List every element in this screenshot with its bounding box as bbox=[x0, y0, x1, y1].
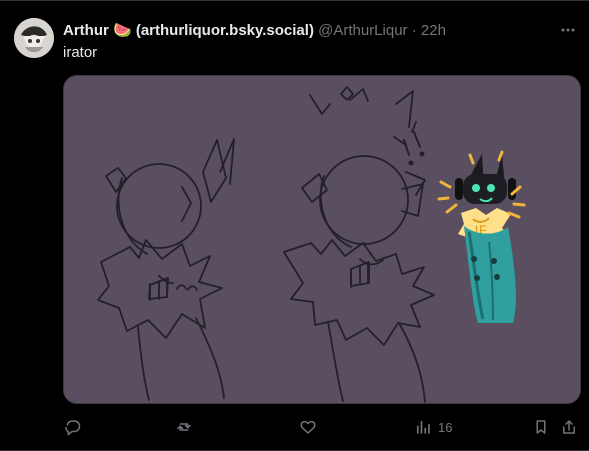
retweet-icon bbox=[177, 423, 191, 431]
bookmark-button[interactable] bbox=[532, 415, 550, 439]
reply-button[interactable] bbox=[63, 415, 81, 439]
media-image[interactable]: JE bbox=[63, 75, 581, 404]
tweet-text: irator bbox=[63, 44, 98, 61]
share-icon bbox=[563, 420, 575, 434]
avatar-image bbox=[14, 18, 54, 58]
views-count[interactable]: 16 bbox=[414, 415, 452, 439]
views-count-label: 16 bbox=[438, 419, 453, 435]
separator-dot: · bbox=[411, 22, 417, 39]
reply-icon bbox=[65, 420, 81, 436]
tweet-card[interactable]: Arthur 🍉 (arthurliquor.bsky.social) @Art… bbox=[0, 0, 589, 451]
avatar[interactable] bbox=[14, 18, 54, 58]
like-button[interactable] bbox=[299, 415, 317, 439]
handle[interactable]: @ArthurLiqur bbox=[318, 22, 407, 39]
heart-icon bbox=[300, 420, 316, 434]
more-horizontal-icon bbox=[561, 28, 575, 32]
display-name[interactable]: Arthur 🍉 (arthurliquor.bsky.social) bbox=[63, 22, 314, 39]
tweet-header: Arthur 🍉 (arthurliquor.bsky.social) @Art… bbox=[63, 20, 549, 42]
sketch-artwork: JE bbox=[64, 76, 580, 403]
more-options-button[interactable] bbox=[557, 19, 579, 41]
bookmark-icon bbox=[536, 420, 546, 434]
timestamp[interactable]: 22h bbox=[421, 22, 446, 39]
share-button[interactable] bbox=[560, 415, 578, 439]
retweet-button[interactable] bbox=[175, 415, 193, 439]
tweet-actions: 16 bbox=[63, 415, 581, 439]
views-chart-icon bbox=[416, 420, 430, 434]
